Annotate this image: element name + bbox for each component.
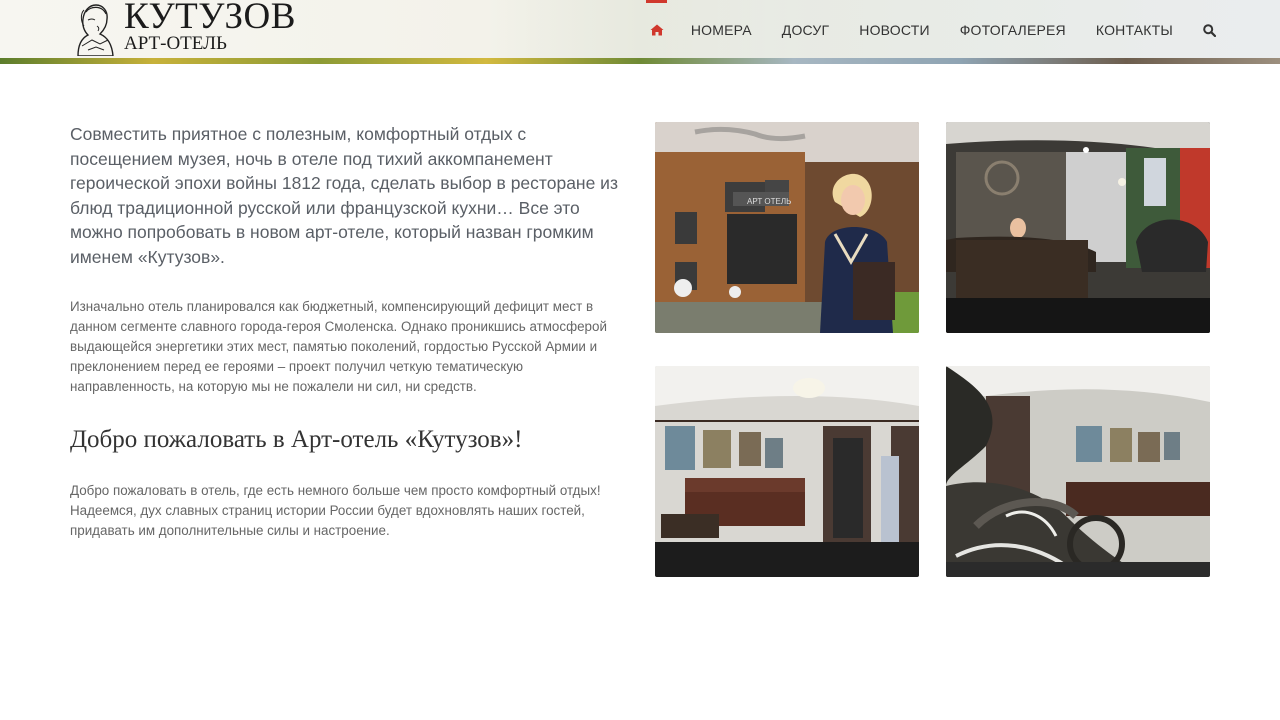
reception-photo[interactable] [946, 122, 1210, 333]
site-logo[interactable]: КУТУЗОВ АРТ-ОТЕЛЬ [70, 0, 300, 58]
nav-rooms[interactable]: НОМЕРА [676, 0, 767, 60]
nav-contacts[interactable]: КОНТАКТЫ [1081, 0, 1188, 60]
hotel-facade-photo[interactable]: АРТ ОТЕЛЬ [655, 122, 919, 333]
intro-paragraph: Изначально отель планировался как бюджет… [70, 299, 607, 394]
search-icon [1203, 23, 1216, 37]
home-icon [650, 24, 664, 36]
nav-gallery[interactable]: ФОТОГАЛЕРЕЯ [945, 0, 1081, 60]
welcome-heading: Добро пожаловать в Арт-отель «Кутузов»! [70, 426, 523, 453]
kutuzov-portrait-icon [77, 4, 114, 56]
welcome-paragraph: Добро пожаловать в отель, где есть немно… [70, 483, 601, 538]
sculpture-lobby-photo[interactable] [946, 366, 1210, 577]
nav-search[interactable] [1188, 0, 1216, 60]
lobby-photo[interactable] [655, 366, 919, 577]
nav-leisure[interactable]: ДОСУГ [767, 0, 845, 60]
active-indicator [645, 0, 667, 3]
svg-text:АРТ ОТЕЛЬ: АРТ ОТЕЛЬ [747, 197, 791, 206]
nav-news[interactable]: НОВОСТИ [844, 0, 944, 60]
site-header: КУТУЗОВ АРТ-ОТЕЛЬ НОМЕРА ДОСУГ НОВОСТИ Ф… [0, 0, 1280, 64]
nav-home[interactable] [635, 0, 676, 60]
logo-subtitle: АРТ-ОТЕЛЬ [124, 33, 227, 54]
intro-lead-text: Совместить приятное с полезным, комфортн… [70, 124, 618, 267]
main-nav: НОМЕРА ДОСУГ НОВОСТИ ФОТОГАЛЕРЕЯ КОНТАКТ… [635, 0, 1216, 60]
